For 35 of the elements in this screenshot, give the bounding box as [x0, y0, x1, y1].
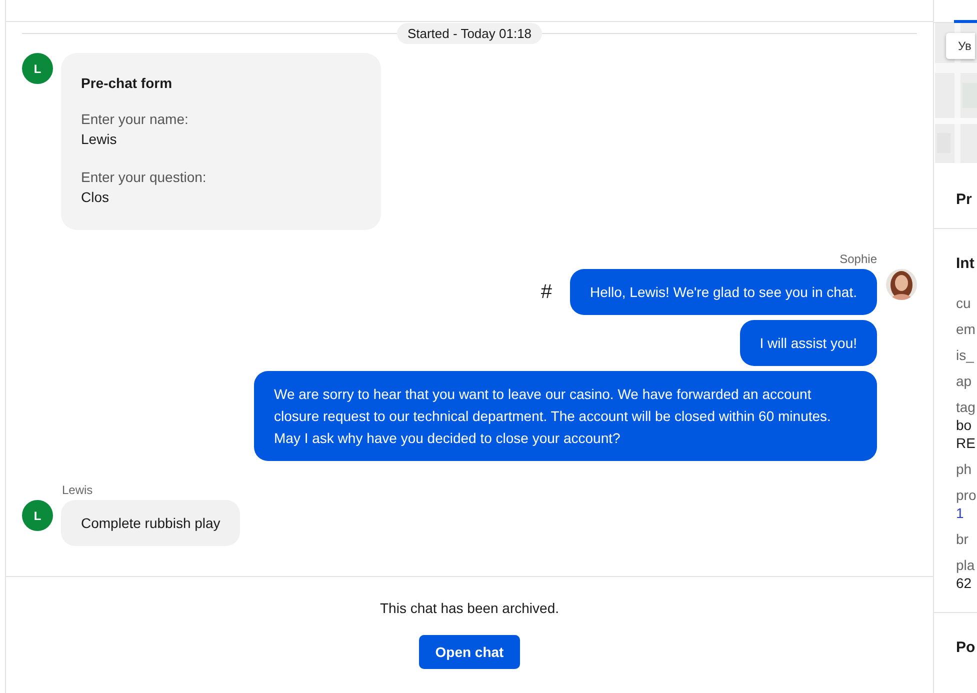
date-separator-label: Started - Today 01:18 [397, 23, 542, 44]
attribute-key: pla [956, 556, 977, 574]
visitor-avatar: L [22, 500, 53, 531]
attribute-value: bo [956, 416, 973, 434]
map-zoom-button[interactable]: Ув [946, 33, 976, 59]
archived-notice: This chat has been archived. [380, 600, 559, 616]
attribute-key: em [956, 320, 977, 338]
agent-message: I will assist you! [740, 320, 877, 366]
visitor-avatar: L [22, 53, 53, 84]
section-title: Po [956, 639, 976, 656]
attribute-key: pro [956, 486, 977, 504]
attribute-value: RE [956, 434, 976, 452]
section-title: Int [956, 255, 976, 272]
section-title: Pr [956, 191, 973, 208]
visitor-message: Complete rubbish play [61, 500, 240, 546]
agent-message: Hello, Lewis! We're glad to see you in chat. [570, 269, 877, 315]
open-chat-button[interactable]: Open chat [419, 635, 520, 669]
agent-avatar-icon [886, 269, 917, 300]
attribute-key: ap [956, 372, 977, 390]
field-value: Lewis [81, 130, 118, 149]
author-name: Lewis [62, 483, 94, 497]
attribute-key: cu [956, 294, 977, 312]
attribute-key: ph [956, 460, 977, 478]
form-title: Pre-chat form [81, 75, 174, 91]
attribute-key: tag [956, 398, 977, 416]
field-value: Clos [81, 188, 110, 207]
attribute-link[interactable]: 1 [956, 504, 977, 522]
attribute-key: is_ [956, 346, 977, 364]
attribute-value: 62 [956, 574, 973, 592]
field-label: Enter your name: [81, 110, 190, 129]
hash-marker: # [540, 280, 552, 304]
author-name: Sophie [838, 252, 877, 266]
attribute-key: br [956, 530, 977, 548]
agent-message: We are sorry to hear that you want to leave our casino. We have forwarded an account closure request to our technical department. The account will be closed within 60 minutes. May I ask why have you decided to close your account? [254, 371, 877, 461]
field-label: Enter your question: [81, 168, 208, 187]
